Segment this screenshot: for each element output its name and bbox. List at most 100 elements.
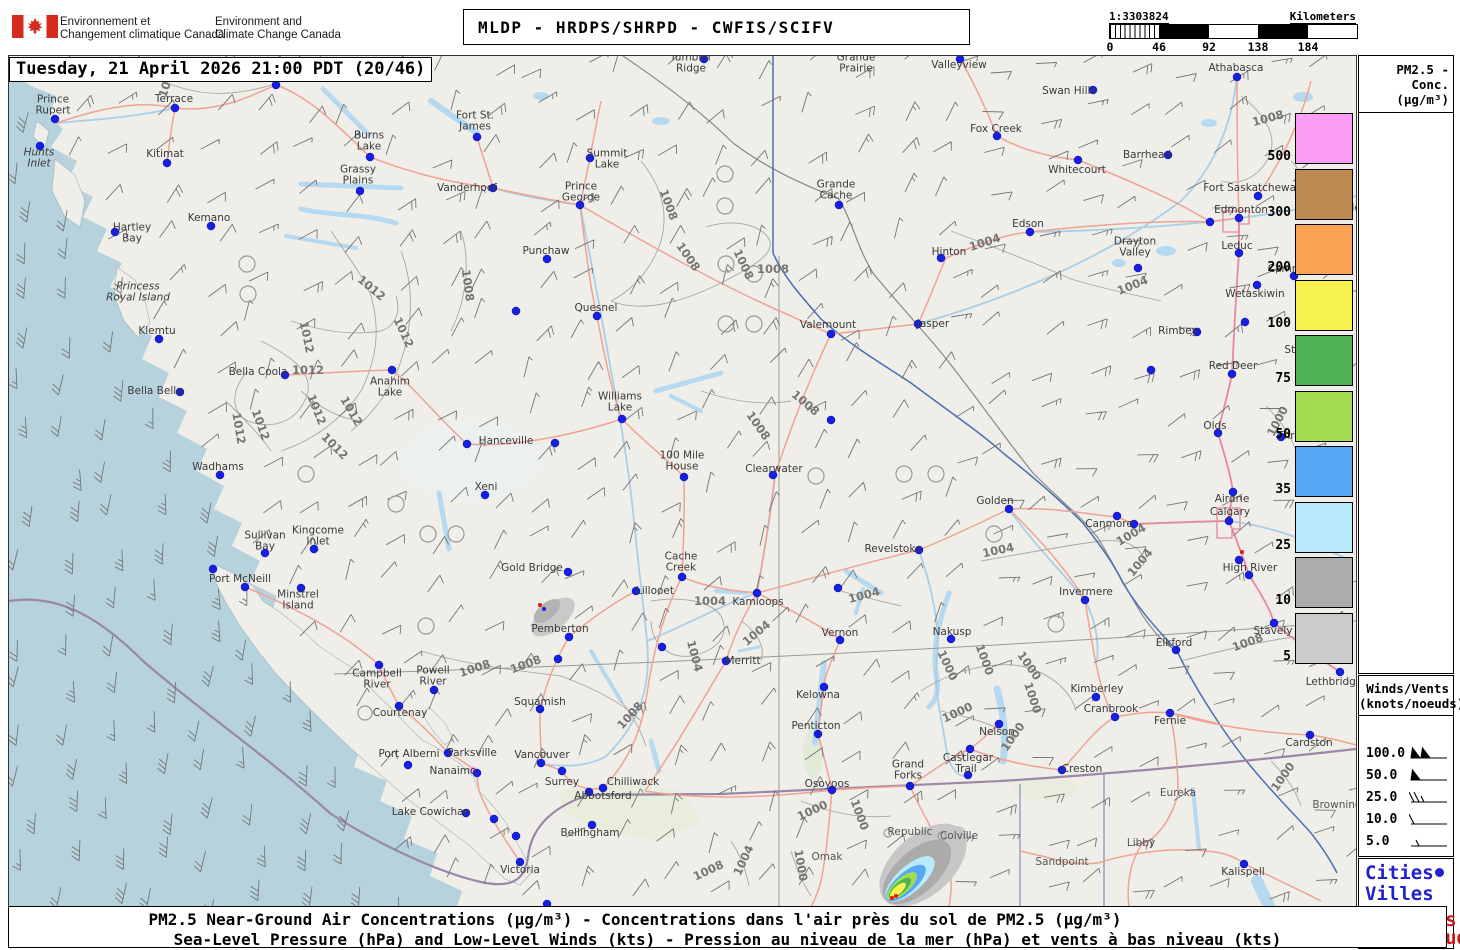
city-label: MinstrelIsland: [277, 589, 319, 612]
city-label: Osoyoos: [805, 778, 850, 790]
city-label: BurnsLake: [354, 130, 384, 153]
city-label: PrinceRupert: [35, 94, 70, 117]
city-label: Cardston: [1285, 737, 1332, 749]
cities-label-en: Cities: [1365, 862, 1434, 884]
city-dot: [388, 366, 396, 374]
city-label: Kalispell: [1221, 866, 1264, 878]
city-label: Kemano: [188, 212, 231, 224]
city-label: Fernie: [1154, 715, 1186, 727]
wind-speed-label: 100.0: [1366, 746, 1405, 761]
city-dot: [1233, 73, 1241, 81]
city-dot: [658, 643, 666, 651]
city-label: Valemount: [800, 319, 856, 331]
city-label: Olds: [1203, 420, 1226, 432]
city-label: Surrey: [545, 776, 579, 788]
base-geography-layer: [9, 56, 1356, 907]
city-dot: [558, 767, 566, 775]
city-label: Red Deer: [1209, 360, 1258, 372]
city-label: Nanaimo: [430, 765, 477, 777]
city-label: Victoria: [500, 864, 540, 876]
city-label: PrinceGeorge: [562, 181, 600, 204]
city-label: Merritt: [725, 655, 760, 667]
city-dot: [1241, 318, 1249, 326]
city-label: Browning: [1312, 799, 1356, 811]
legend-value: 50: [1275, 427, 1291, 442]
scale-bar: 1:3303824 Kilometers 04692138184: [1109, 8, 1359, 54]
wind-barb-icon: [1409, 788, 1449, 806]
cities-label-fr: Villes: [1365, 883, 1434, 905]
product-title: MLDP - HRDPS/SHRPD - CWFIS/SCIFV: [464, 18, 834, 37]
wind-barb-icon: [1409, 766, 1449, 784]
city-dot: [680, 473, 688, 481]
legend-value: 500: [1268, 149, 1291, 164]
city-label: Edmonton: [1214, 204, 1268, 216]
scale-segment: [1209, 25, 1258, 38]
city-label: Port Alberni: [378, 748, 439, 760]
legend-value: 35: [1275, 482, 1291, 497]
city-label: Vanderhoof: [437, 182, 497, 194]
caption-line2: Sea-Level Pressure (hPa) and Low-Level W…: [9, 930, 1446, 949]
legend-swatch: [1295, 446, 1353, 497]
weather-map-page: Environnement etChangement climatique Ca…: [0, 0, 1460, 950]
scale-tick-label: 184: [1298, 40, 1319, 54]
city-label: Kamloops: [732, 596, 783, 608]
city-label: Kimberley: [1070, 683, 1123, 695]
city-label: Parksville: [447, 747, 497, 759]
city-dot: [551, 439, 559, 447]
scale-ratio: 1:3303824: [1109, 10, 1169, 24]
city-label: Revelstoke: [864, 543, 921, 555]
city-dot: [906, 782, 914, 790]
city-label: Quesnel: [575, 302, 618, 314]
city-label: Chilliwack: [607, 776, 660, 788]
wind-barb-icon: [1409, 744, 1449, 762]
city-dot: [512, 307, 520, 315]
legend-value: 100: [1268, 316, 1291, 331]
hotspot-marker: [894, 894, 898, 898]
winds-legend-title: Winds/Vents: [1359, 681, 1453, 696]
city-label: Lillooet: [636, 585, 674, 597]
city-label: HuntsInlet: [24, 147, 55, 170]
isobar-label: 1004: [694, 594, 726, 608]
city-label: Squamish: [514, 696, 566, 708]
legend-swatch: [1295, 613, 1353, 664]
city-label: Clearwater: [745, 463, 803, 475]
city-label: Wadhams: [192, 461, 244, 473]
city-label: Swan Hills: [1042, 85, 1096, 97]
city-label: Punchaw: [523, 245, 570, 257]
city-label: Golden: [976, 495, 1013, 507]
city-label: Invermere: [1059, 586, 1113, 598]
logo-text-fr: Environnement etChangement climatique Ca…: [60, 16, 224, 42]
legend-value: 300: [1268, 205, 1291, 220]
city-label: Athabasca: [1209, 62, 1264, 74]
city-label: Trail: [954, 763, 976, 775]
caption-box: PM2.5 Near-Ground Air Concentrations (µg…: [8, 906, 1447, 948]
city-dot-icon: [1435, 868, 1444, 877]
canada-flag-icon: [12, 15, 58, 38]
city-label: Vancouver: [514, 749, 570, 761]
pm25-legend: PM2.5 - Conc. (µg/m³) 500 300 200 100 75…: [1358, 55, 1454, 674]
city-label: Nakusp: [933, 626, 972, 638]
city-label: Rimbey: [1158, 325, 1198, 337]
city-label: GrandePrairie: [837, 56, 876, 75]
city-dot: [827, 330, 835, 338]
pm25-legend-title: PM2.5 - Conc.: [1359, 62, 1453, 92]
city-dot: [490, 815, 498, 823]
isobar-label: 1012: [292, 363, 324, 377]
caption-line1: PM2.5 Near-Ground Air Concentrations (µg…: [9, 910, 1446, 929]
city-label: 100 MileHouse: [660, 450, 705, 473]
legend-value: 200: [1268, 260, 1291, 275]
city-dot: [512, 832, 520, 840]
city-label: Eureka: [1160, 787, 1196, 799]
city-label: Xeni: [475, 481, 498, 493]
legend-value: 25: [1275, 538, 1291, 553]
city-label: Valleyview: [931, 59, 987, 71]
legend-swatch: [1295, 224, 1353, 275]
wind-speed-label: 25.0: [1366, 790, 1397, 805]
legend-swatch: [1295, 502, 1353, 553]
city-label: GrassyPlains: [340, 164, 376, 187]
city-label: Edson: [1012, 218, 1044, 230]
city-dot: [366, 153, 374, 161]
city-label: Klemtu: [138, 325, 175, 337]
city-label: Wetaskiwin: [1225, 288, 1284, 300]
wind-barb-icon: [1409, 832, 1449, 850]
